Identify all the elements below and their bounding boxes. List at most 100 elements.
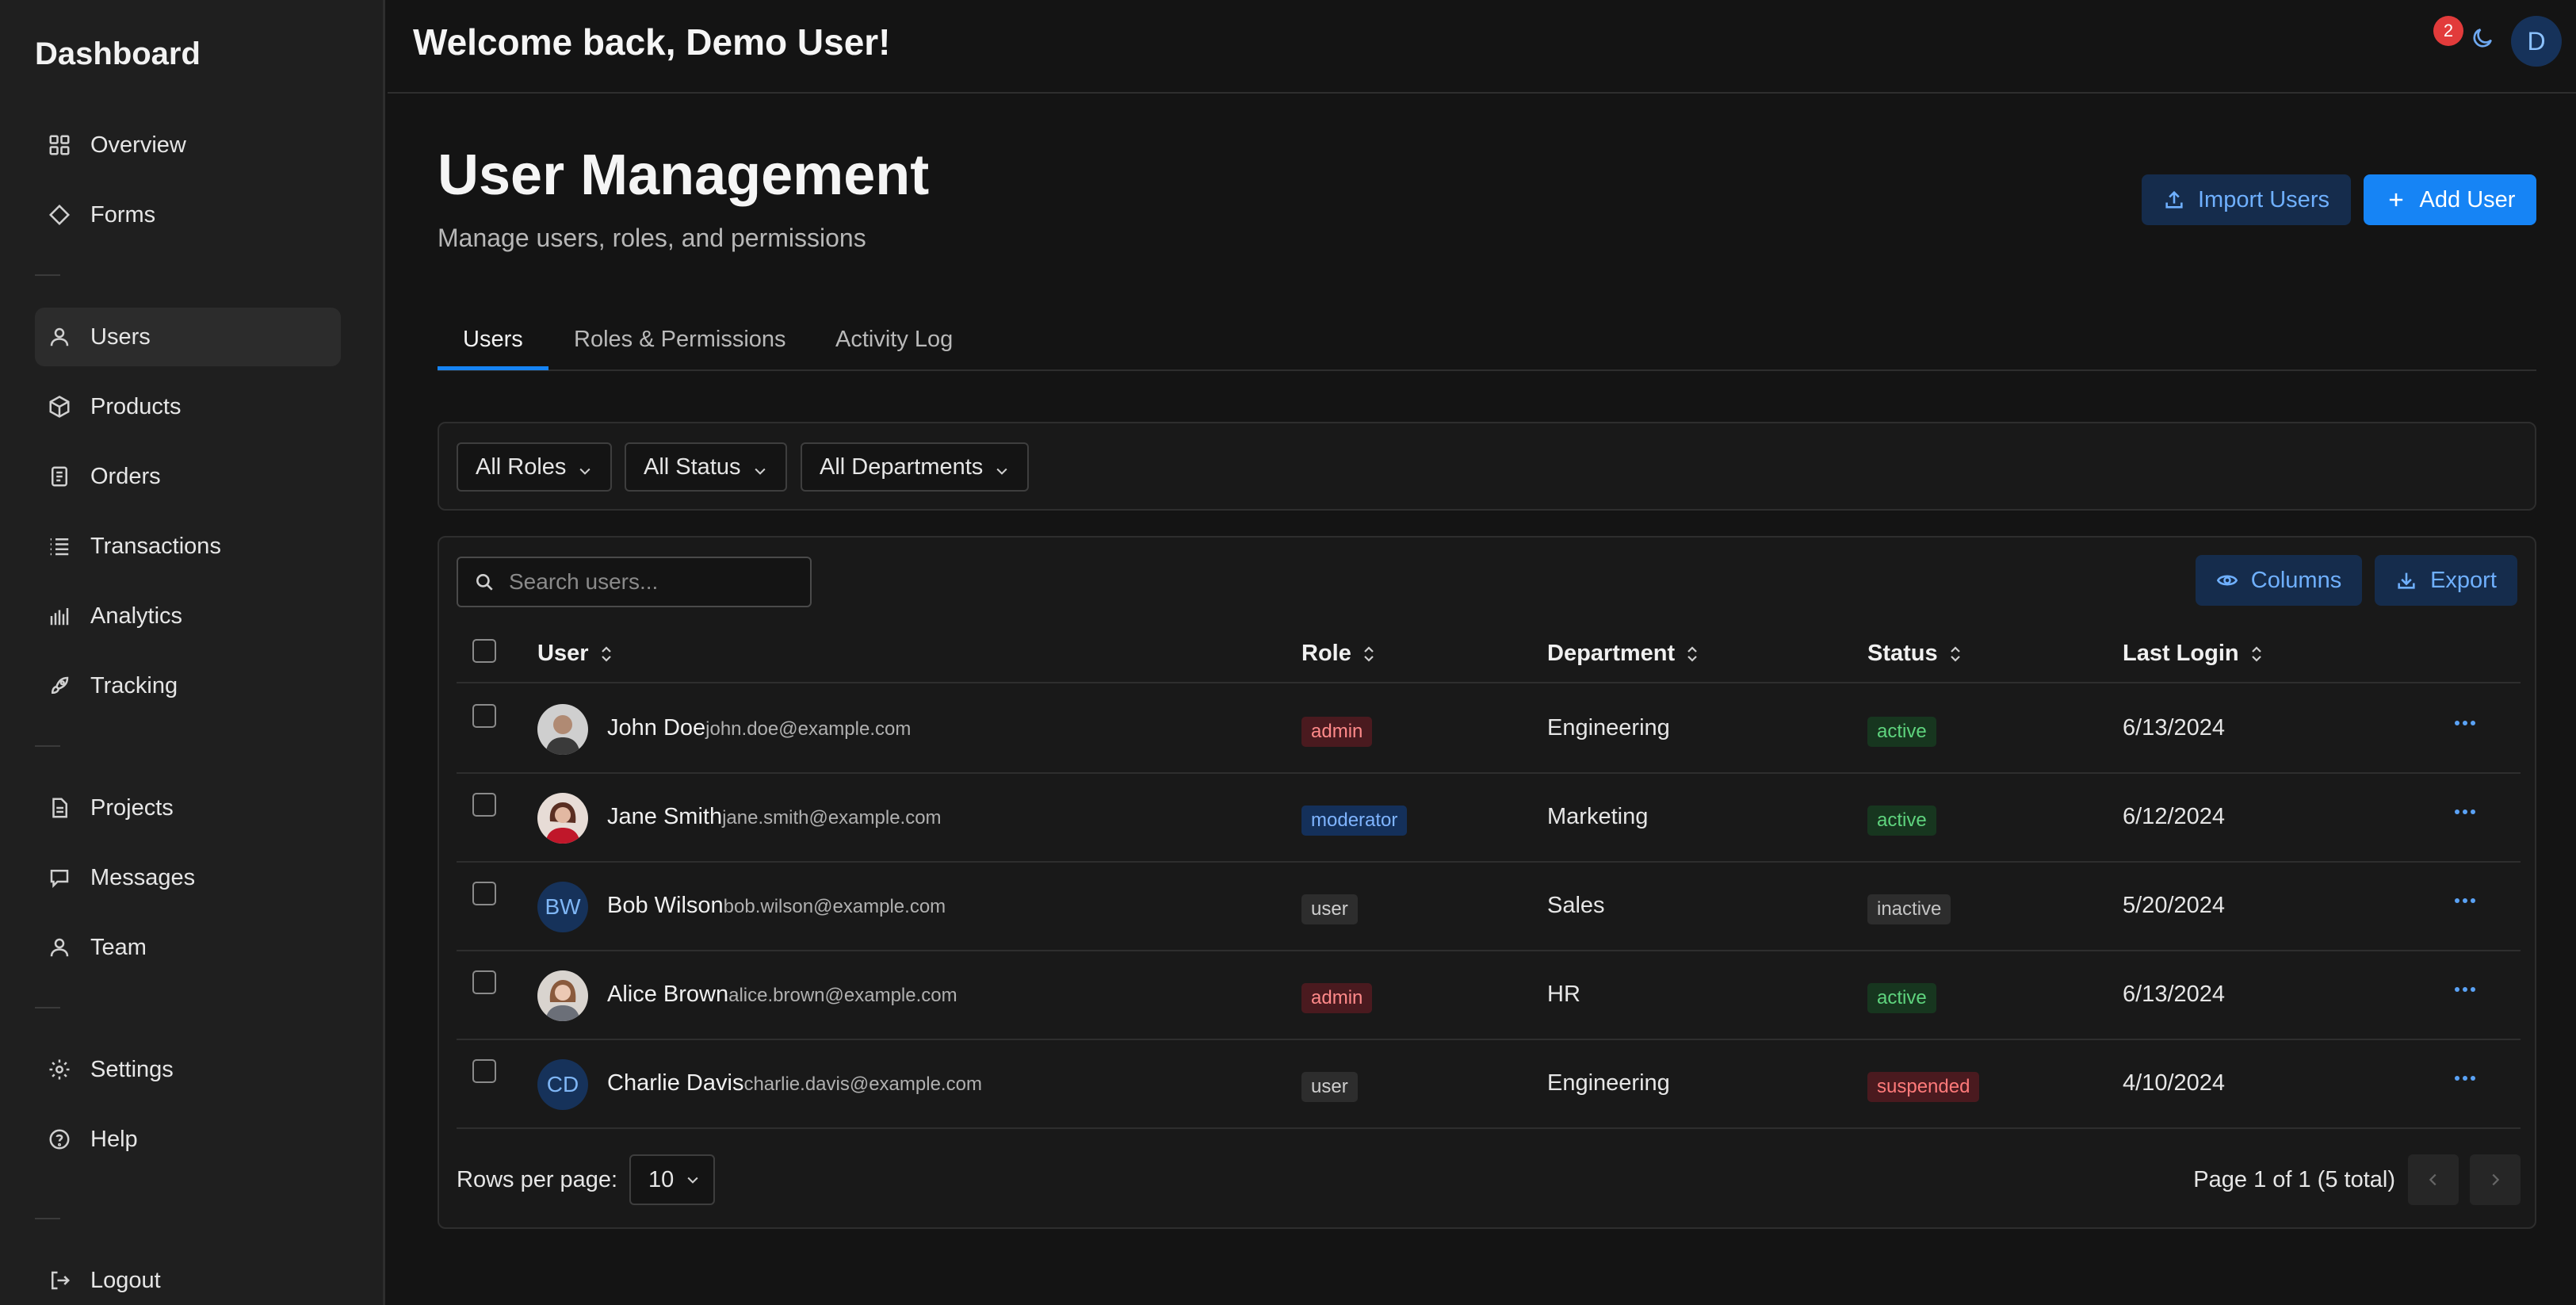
previous-page-button[interactable] (2408, 1154, 2459, 1205)
sidebar-item-team[interactable]: Team (35, 918, 341, 977)
column-header-department[interactable]: Department (1547, 641, 1702, 667)
sidebar-item-messages[interactable]: Messages (35, 848, 341, 907)
sidebar-item-overview[interactable]: Overview (35, 116, 341, 174)
department-cell: Marketing (1547, 804, 1649, 829)
tab-activity-log[interactable]: Activity Log (835, 327, 953, 371)
sidebar-item-transactions[interactable]: Transactions (35, 517, 341, 576)
user-avatar[interactable]: D (2511, 16, 2562, 67)
columns-button[interactable]: Columns (2196, 555, 2362, 606)
status-badge: active (1867, 717, 1936, 747)
department-cell: Engineering (1547, 715, 1670, 741)
users-table-card: Columns Export User Role Department Stat… (438, 536, 2536, 1229)
more-actions-icon[interactable] (2449, 974, 2481, 1005)
sidebar-brand: Dashboard (35, 36, 201, 71)
add-user-button[interactable]: Add User (2364, 174, 2536, 225)
user-name-cell: Alice Brownalice.brown@example.com (607, 982, 957, 1008)
column-header-label: Role (1301, 641, 1351, 666)
sidebar-item-orders[interactable]: Orders (35, 447, 341, 506)
chevron-down-icon (752, 459, 768, 475)
user-icon (46, 934, 73, 961)
sidebar-item-label: Team (90, 934, 147, 960)
user-email: charlie.davis@example.com (743, 1073, 982, 1095)
tab-roles-permissions[interactable]: Roles & Permissions (574, 327, 786, 371)
avatar: CD (537, 1059, 588, 1110)
rows-per-page-select[interactable]: 10 (629, 1154, 715, 1205)
sidebar-item-logout[interactable]: Logout (35, 1251, 341, 1305)
list-icon (46, 533, 73, 560)
sidebar-divider (35, 1007, 60, 1008)
sidebar-item-analytics[interactable]: Analytics (35, 587, 341, 645)
user-email: alice.brown@example.com (728, 985, 957, 1006)
sidebar-item-label: Users (90, 323, 151, 350)
user-email: jane.smith@example.com (722, 807, 942, 829)
sidebar-divider (35, 745, 60, 747)
table-row[interactable]: Alice Brownalice.brown@example.com admin… (457, 951, 2521, 1040)
status-filter-select[interactable]: All Status (625, 442, 787, 492)
search-box[interactable] (457, 557, 812, 607)
chevron-down-icon (687, 1177, 698, 1184)
table-row[interactable]: BW Bob Wilsonbob.wilson@example.com user… (457, 863, 2521, 951)
tab-bar: Users Roles & Permissions Activity Log (438, 317, 2536, 371)
department-cell: HR (1547, 982, 1580, 1007)
user-name: John Doe (607, 715, 706, 741)
department-filter-select[interactable]: All Departments (801, 442, 1030, 492)
last-login-cell: 6/12/2024 (2123, 804, 2226, 829)
more-actions-icon[interactable] (2449, 1062, 2481, 1094)
column-header-role[interactable]: Role (1301, 641, 1378, 667)
sidebar-item-projects[interactable]: Projects (35, 779, 341, 837)
role-badge: admin (1301, 717, 1373, 747)
filter-bar: All Roles All Status All Departments (438, 422, 2536, 511)
select-all-checkbox[interactable] (472, 639, 496, 663)
user-name: Alice Brown (607, 982, 729, 1007)
status-badge: inactive (1867, 894, 1951, 924)
table-row[interactable]: Jane Smithjane.smith@example.com moderat… (457, 774, 2521, 863)
tab-users[interactable]: Users (463, 327, 523, 371)
export-button[interactable]: Export (2375, 555, 2517, 606)
status-badge: active (1867, 806, 1936, 836)
sidebar-item-label: Transactions (90, 533, 221, 559)
table-row[interactable]: John Doejohn.doe@example.com admin Engin… (457, 685, 2521, 774)
import-users-button[interactable]: Import Users (2142, 174, 2351, 225)
search-input[interactable] (509, 569, 794, 595)
column-header-user[interactable]: User (537, 641, 616, 667)
chevron-left-icon (2429, 1173, 2436, 1186)
chevron-right-icon (2492, 1173, 2500, 1186)
sidebar-item-label: Tracking (90, 672, 178, 698)
sidebar-item-label: Settings (90, 1056, 174, 1082)
page-subtitle: Manage users, roles, and permissions (438, 224, 866, 252)
sidebar-item-forms[interactable]: Forms (35, 186, 341, 244)
department-filter-value: All Departments (820, 453, 984, 480)
status-badge: suspended (1867, 1072, 1980, 1102)
row-checkbox[interactable] (472, 1059, 496, 1083)
download-icon (2398, 572, 2415, 589)
document-icon (46, 794, 73, 821)
help-circle-icon (46, 1126, 73, 1153)
next-page-button[interactable] (2470, 1154, 2521, 1205)
sidebar-item-label: Messages (90, 864, 196, 890)
row-checkbox[interactable] (472, 882, 496, 905)
top-bar: Welcome back, Demo User! 2 D (388, 0, 2576, 94)
notification-badge[interactable]: 2 (2433, 16, 2463, 46)
theme-toggle-icon[interactable] (2470, 25, 2498, 54)
page-title: User Management (438, 144, 930, 207)
column-header-status[interactable]: Status (1867, 641, 1965, 667)
rocket-icon (46, 672, 73, 699)
last-login-cell: 6/13/2024 (2123, 982, 2226, 1007)
row-checkbox[interactable] (472, 793, 496, 817)
more-actions-icon[interactable] (2449, 885, 2481, 917)
user-name: Bob Wilson (607, 893, 724, 918)
more-actions-icon[interactable] (2449, 796, 2481, 828)
row-checkbox[interactable] (472, 704, 496, 728)
column-header-last-login[interactable]: Last Login (2123, 641, 2266, 667)
row-checkbox[interactable] (472, 970, 496, 994)
sidebar-item-products[interactable]: Products (35, 377, 341, 436)
sidebar-item-users[interactable]: Users (35, 308, 341, 366)
chevron-down-icon (994, 459, 1010, 475)
table-row[interactable]: CD Charlie Davischarlie.davis@example.co… (457, 1040, 2521, 1129)
sidebar-item-tracking[interactable]: Tracking (35, 656, 341, 715)
more-actions-icon[interactable] (2449, 707, 2481, 739)
sidebar-item-help[interactable]: Help (35, 1110, 341, 1169)
columns-label: Columns (2250, 567, 2342, 593)
role-filter-select[interactable]: All Roles (457, 442, 613, 492)
sidebar-item-settings[interactable]: Settings (35, 1040, 341, 1099)
